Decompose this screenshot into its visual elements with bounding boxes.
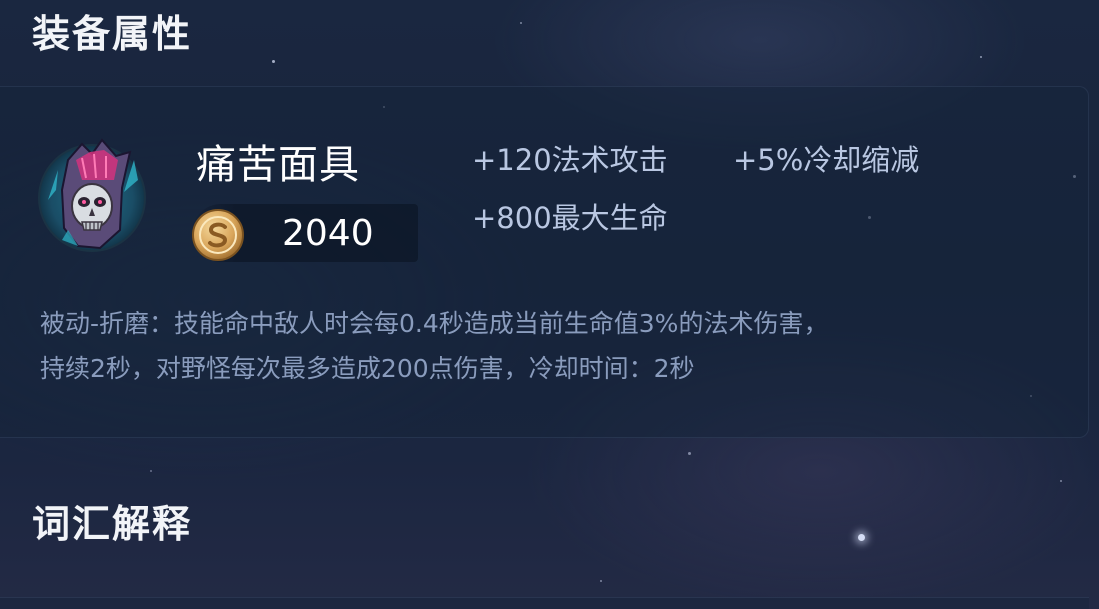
equipment-attributes-title: 装备属性 [32,12,193,56]
passive-description-line: 持续2秒，对野怪每次最多造成200点伤害，冷却时间：2秒 [40,354,695,383]
vocabulary-explanation-title: 词汇解释 [32,502,193,546]
item-name: 痛苦面具 [196,142,360,188]
skull-mask-icon [38,138,146,252]
equipment-card [0,86,1089,438]
stat-cooldown-reduction: +5%冷却缩减 [733,143,920,177]
passive-description-line: 被动-折磨：技能命中敌人时会每0.4秒造成当前生命值3%的法术伤害， [40,309,829,338]
vocabulary-card [0,597,1089,609]
item-price: 2040 [282,213,374,254]
stat-magic-attack: +120法术攻击 [472,143,668,177]
gold-coin-icon [192,209,244,261]
stat-max-health: +800最大生命 [472,201,668,235]
